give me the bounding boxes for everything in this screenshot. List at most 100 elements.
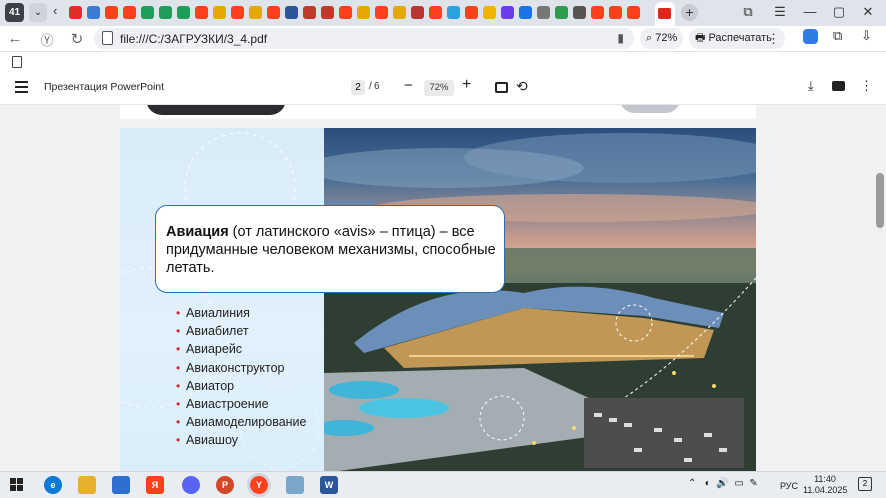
bookmark-icon[interactable]: ▮ [617,31,624,45]
tab-favicon-puzzle[interactable] [573,6,586,19]
reload-button[interactable]: ↻ [68,30,86,48]
clock-time: 11:40 [814,474,836,484]
page-zoom-button[interactable]: ⌕ 72% [640,28,684,49]
tab-favicon-play[interactable] [483,6,496,19]
rotate-icon[interactable]: ⟲ [516,78,528,95]
airport-photo [324,128,756,471]
tray-expand-icon[interactable]: ⌃ [688,478,696,489]
tab-favicon-yandex[interactable] [267,6,280,19]
tab-favicon-green[interactable] [159,6,172,19]
previous-page-image-right [620,105,680,113]
yandex-icon[interactable]: Я [146,476,164,494]
tab-favicon-yandex[interactable] [231,6,244,19]
list-item: Авиастроение [176,395,306,413]
url-field[interactable]: file:///C:/ЗАГРУЗКИ/3_4.pdf ▮ [94,28,634,49]
minimize-icon[interactable]: — [800,4,820,19]
yandex-browser-icon[interactable]: Y [247,473,271,497]
tab-favicon-yandex[interactable] [195,6,208,19]
tab-count-button[interactable]: 41 [5,3,24,22]
page-total: 6 [374,81,380,92]
tab-favicon-folder[interactable] [249,6,262,19]
system-tray-icons[interactable]: ⌃ ◐ 🔊 ▭ ✎ [688,478,758,489]
tray-app-icon[interactable]: ◐ [705,478,711,489]
printer-icon: 🖶 [695,32,709,44]
tab-favicon-slash[interactable] [411,6,424,19]
zoom-in-button[interactable]: + [462,76,471,94]
tray-tool-icon[interactable]: ✎ [749,478,757,489]
tab-favicon-yandex[interactable] [105,6,118,19]
zoom-out-button[interactable]: − [404,77,413,94]
tab-favicon-telegram[interactable] [447,6,460,19]
tab-favicon-yandex[interactable] [465,6,478,19]
notification-button[interactable]: 2 [858,477,872,491]
list-item: Авиаконструктор [176,359,306,377]
fit-page-icon[interactable] [495,82,508,93]
clock-date: 11.04.2025 [803,485,848,495]
list-item: Авиабилет [176,322,306,340]
tab-sync-icon[interactable]: ⧉ [833,28,842,44]
maximize-icon[interactable]: ▢ [829,4,849,20]
tab-favicon-doc[interactable] [321,6,334,19]
list-item: Авиарейс [176,340,306,358]
tab-favicon-music[interactable] [501,6,514,19]
active-tab[interactable] [655,2,675,26]
tab-favicon-yandex[interactable] [609,6,622,19]
tab-list-chevron-icon[interactable]: ⌄ [29,3,47,22]
list-item: Авиалиния [176,304,306,322]
store-icon[interactable] [112,476,130,494]
back-button[interactable]: ← [6,30,24,47]
edge-icon[interactable]: e [44,476,62,494]
tab-favicon-target[interactable] [303,6,316,19]
network-icon[interactable]: ▭ [734,478,743,489]
file-explorer-icon[interactable] [78,476,96,494]
tab-collection-icon[interactable]: ⧉ [738,4,758,20]
pdf-more-icon[interactable]: ⋮ [860,78,873,94]
discord-icon[interactable] [182,476,200,494]
document-title: Презентация PowerPoint [44,81,165,93]
photos-icon[interactable] [286,476,304,494]
tab-scroll-left-icon[interactable]: ‹ [53,3,57,18]
powerpoint-icon[interactable]: P [216,476,234,494]
word-icon[interactable]: W [320,476,338,494]
print-icon[interactable] [832,81,845,91]
tab-favicon-word[interactable] [285,6,298,19]
windows-start-icon[interactable] [10,478,23,491]
close-window-icon[interactable]: ✕ [858,4,878,20]
url-text: file:///C:/ЗАГРУЗКИ/3_4.pdf [120,32,268,46]
tab-favicon-doc[interactable] [537,6,550,19]
tab-favicon-photo[interactable] [87,6,100,19]
page-number-input[interactable]: 2 [351,80,365,95]
vertical-scrollbar[interactable] [874,105,886,471]
download-icon[interactable]: ⤓ [808,78,814,94]
tab-favicon-check[interactable] [555,6,568,19]
tab-favicon-yandex[interactable] [375,6,388,19]
clock[interactable]: 11:40 11.04.2025 [803,474,847,496]
file-page-icon [102,31,113,45]
more-menu-icon[interactable]: ⋮ [767,28,780,49]
tab-favicon-yandex[interactable] [627,6,640,19]
tab-favicon-green[interactable] [177,6,190,19]
menu-icon[interactable] [15,81,28,93]
tab-favicon-yandex-browser[interactable] [591,6,604,19]
tab-favicon-yandex[interactable] [339,6,352,19]
tab-favicon-youtube[interactable] [69,6,82,19]
bookmarks-icon[interactable]: ☰ [770,4,790,20]
downloads-icon[interactable]: ⇩ [861,28,872,44]
tab-favicon-folder[interactable] [213,6,226,19]
extension-icon[interactable] [803,29,818,44]
tab-favicon-blue[interactable] [519,6,532,19]
volume-icon[interactable]: 🔊 [716,478,728,489]
language-indicator[interactable]: РУС [780,481,798,491]
zoom-level-input[interactable]: 72% [424,80,454,96]
tab-favicon-yandex[interactable] [429,6,442,19]
tab-favicon-yandex[interactable] [123,6,136,19]
tab-favicon-green[interactable] [141,6,154,19]
tab-favicon-folder[interactable] [357,6,370,19]
pdf-viewer[interactable]: Авиация (от латинского «avis» – птица) –… [0,105,874,471]
scrollbar-thumb[interactable] [876,173,884,228]
tab-favicon-folder[interactable] [393,6,406,19]
zoom-search-icon: ⌕ [646,32,656,44]
yandex-button[interactable]: Ⓨ [38,30,56,49]
new-tab-button[interactable]: + [681,4,698,21]
document-icon [12,56,22,68]
